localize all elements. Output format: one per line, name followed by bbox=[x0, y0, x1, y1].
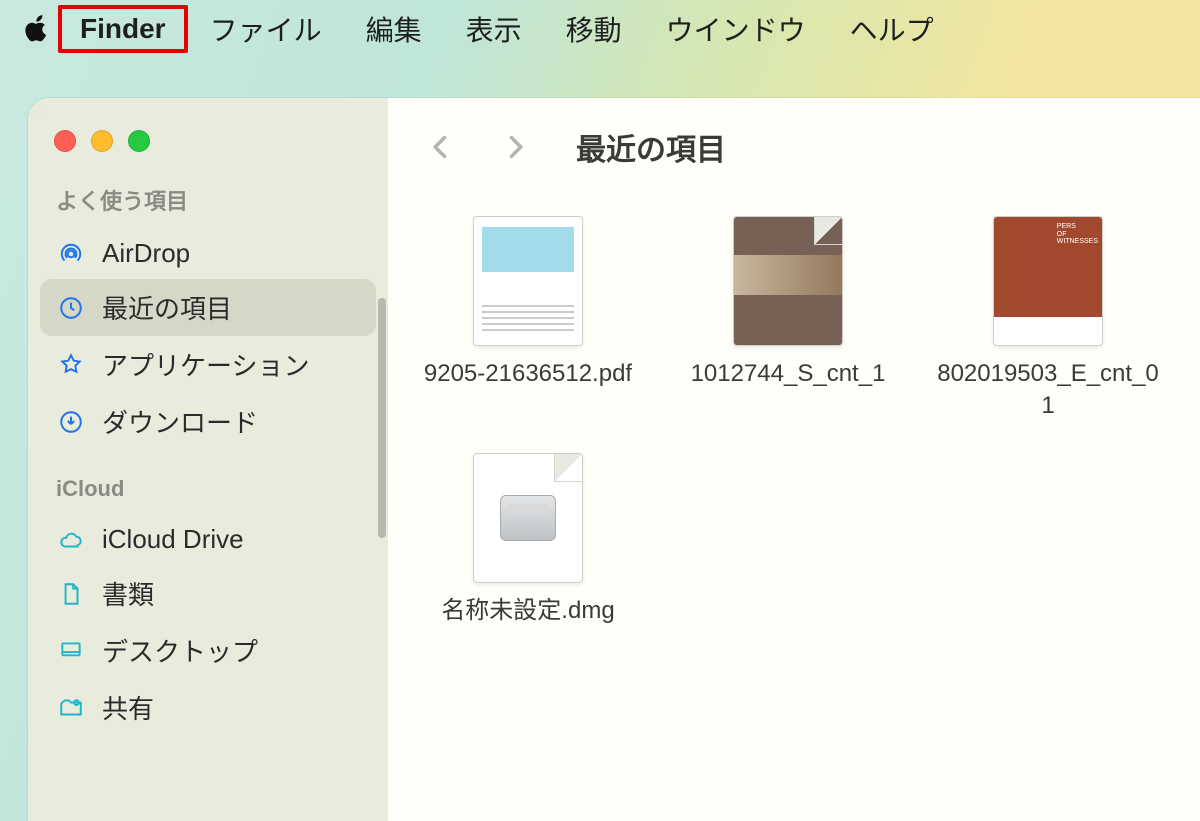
chevron-left-icon bbox=[427, 130, 455, 164]
sidebar-item-label: AirDrop bbox=[102, 238, 190, 269]
sidebar-item-icloud-drive[interactable]: iCloud Drive bbox=[40, 514, 376, 565]
sidebar-list-favorites: AirDrop 最近の項目 アプリケーション ダウンロード bbox=[28, 224, 388, 468]
window-title: 最近の項目 bbox=[576, 125, 726, 169]
nav-forward-button[interactable] bbox=[492, 124, 538, 170]
file-thumbnail bbox=[473, 453, 583, 583]
apple-icon bbox=[24, 14, 52, 44]
sidebar-item-label: アプリケーション bbox=[102, 346, 309, 383]
sidebar-item-label: デスクトップ bbox=[102, 632, 258, 669]
menu-bar: Finder ファイル 編集 表示 移動 ウインドウ ヘルプ bbox=[0, 0, 1200, 58]
airdrop-icon bbox=[56, 239, 86, 269]
sidebar-item-label: 共有 bbox=[102, 689, 154, 726]
documents-icon bbox=[56, 579, 86, 609]
sidebar-item-label: iCloud Drive bbox=[102, 524, 244, 555]
icloud-icon bbox=[56, 525, 86, 555]
minimize-button[interactable] bbox=[91, 130, 113, 152]
file-name-label: 9205-21636512.pdf bbox=[418, 346, 638, 390]
file-name-label: 名称未設定.dmg bbox=[435, 583, 620, 627]
downloads-icon bbox=[56, 407, 86, 437]
sidebar-item-shared[interactable]: 共有 bbox=[40, 679, 376, 736]
sidebar-item-desktop[interactable]: デスクトップ bbox=[40, 622, 376, 679]
nav-back-button[interactable] bbox=[418, 124, 464, 170]
file-thumbnail bbox=[733, 216, 843, 346]
sidebar-section-favorites: よく使う項目 bbox=[28, 176, 388, 224]
finder-window: よく使う項目 AirDrop 最近の項目 アプリケーション bbox=[28, 98, 1200, 821]
file-name-label: 802019503_E_cnt_01 bbox=[928, 346, 1168, 423]
sidebar-item-label: 最近の項目 bbox=[102, 289, 232, 326]
menu-app-name[interactable]: Finder bbox=[58, 5, 188, 53]
file-thumbnail bbox=[473, 216, 583, 346]
file-thumbnail bbox=[993, 216, 1103, 346]
shared-icon bbox=[56, 693, 86, 723]
sidebar-item-label: ダウンロード bbox=[102, 403, 258, 440]
file-name-label: 1012744_S_cnt_1 bbox=[685, 346, 892, 390]
apps-icon bbox=[56, 350, 86, 380]
file-item[interactable]: 名称未設定.dmg bbox=[398, 453, 658, 627]
sidebar: よく使う項目 AirDrop 最近の項目 アプリケーション bbox=[28, 98, 388, 821]
main-content: 最近の項目 9205-21636512.pdf 1012744_S_cnt_1 … bbox=[388, 98, 1200, 821]
close-button[interactable] bbox=[54, 130, 76, 152]
sidebar-section-icloud: iCloud bbox=[28, 468, 388, 510]
menu-help[interactable]: ヘルプ bbox=[828, 3, 956, 55]
menu-go[interactable]: 移動 bbox=[544, 3, 644, 55]
file-item[interactable]: 9205-21636512.pdf bbox=[398, 216, 658, 423]
menu-view[interactable]: 表示 bbox=[444, 3, 544, 55]
sidebar-list-icloud: iCloud Drive 書類 デスクトップ 共有 bbox=[28, 510, 388, 754]
sidebar-item-recents[interactable]: 最近の項目 bbox=[40, 279, 376, 336]
sidebar-scrollbar[interactable] bbox=[378, 298, 386, 538]
menu-window[interactable]: ウインドウ bbox=[644, 3, 828, 55]
file-grid: 9205-21636512.pdf 1012744_S_cnt_1 802019… bbox=[388, 196, 1200, 821]
toolbar: 最近の項目 bbox=[388, 98, 1200, 196]
sidebar-item-downloads[interactable]: ダウンロード bbox=[40, 393, 376, 450]
recent-icon bbox=[56, 293, 86, 323]
sidebar-item-label: 書類 bbox=[102, 575, 154, 612]
file-item[interactable]: 1012744_S_cnt_1 bbox=[658, 216, 918, 423]
maximize-button[interactable] bbox=[128, 130, 150, 152]
window-traffic-lights bbox=[28, 112, 388, 176]
apple-menu[interactable] bbox=[18, 14, 58, 44]
file-item[interactable]: 802019503_E_cnt_01 bbox=[918, 216, 1178, 423]
desktop-icon bbox=[56, 636, 86, 666]
sidebar-item-applications[interactable]: アプリケーション bbox=[40, 336, 376, 393]
menu-file[interactable]: ファイル bbox=[188, 3, 344, 55]
sidebar-item-documents[interactable]: 書類 bbox=[40, 565, 376, 622]
chevron-right-icon bbox=[501, 130, 529, 164]
menu-edit[interactable]: 編集 bbox=[344, 3, 444, 55]
sidebar-item-airdrop[interactable]: AirDrop bbox=[40, 228, 376, 279]
